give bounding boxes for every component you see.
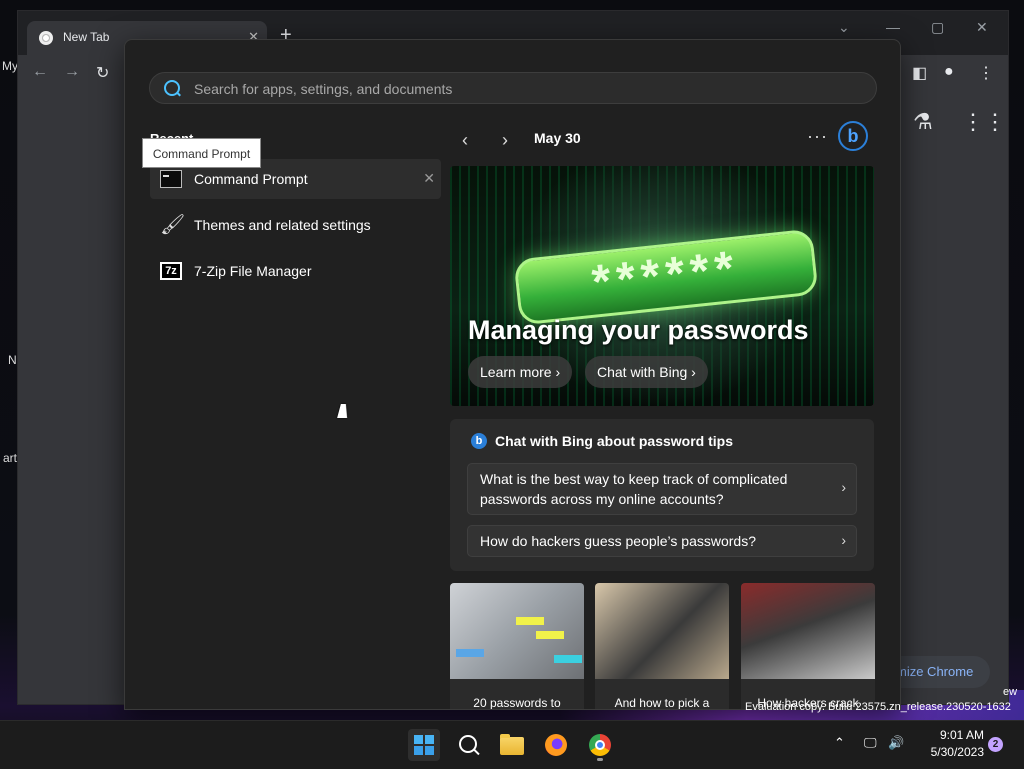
tab-title: New Tab	[63, 30, 110, 44]
running-indicator	[597, 758, 603, 761]
labs-flask-icon[interactable]: ⚗	[913, 109, 933, 135]
chat-question-text: How do hackers guess people’s passwords?	[480, 533, 757, 549]
search-input[interactable]	[192, 77, 856, 101]
recent-item-7zip[interactable]: 7z 7-Zip File Manager	[150, 251, 441, 291]
chat-with-bing-button[interactable]: Chat with Bing ›	[585, 356, 708, 388]
desktop-icon-label[interactable]: art	[3, 451, 17, 465]
firefox-icon	[545, 734, 567, 756]
desktop-icon-label[interactable]: My	[2, 59, 18, 73]
chat-question-text: What is the best way to keep track of co…	[480, 471, 788, 507]
clock-time: 9:01 AM	[939, 728, 984, 742]
chat-question-1[interactable]: What is the best way to keep track of co…	[467, 463, 857, 515]
clock-date: 5/30/2023	[930, 745, 984, 759]
taskbar: ⌃ 🖵 🔊 9:01 AM 5/30/2023 2	[0, 720, 1024, 769]
side-panel-icon[interactable]: ◧	[912, 63, 927, 83]
maximize-icon[interactable]: ▢	[931, 19, 944, 36]
previous-day-icon[interactable]: ‹	[462, 130, 468, 151]
chat-question-2[interactable]: How do hackers guess people’s passwords?…	[467, 525, 857, 557]
article-caption: And how to pick a	[614, 696, 710, 710]
chrome-icon	[589, 734, 611, 756]
taskbar-search-button[interactable]	[452, 729, 484, 761]
chat-card: b Chat with Bing about password tips Wha…	[450, 419, 874, 571]
article-card-2[interactable]: And how to pick a	[595, 583, 729, 710]
file-explorer-button[interactable]	[496, 729, 528, 761]
chat-with-bing-label: Chat with Bing	[597, 364, 688, 380]
7zip-icon: 7z	[160, 262, 182, 280]
article-card-1[interactable]: 20 passwords to	[450, 583, 584, 710]
highlights-date: May 30	[534, 130, 581, 146]
learn-more-label: Learn more	[480, 364, 552, 380]
next-day-icon[interactable]: ›	[502, 130, 508, 151]
password-graphic: ******	[513, 228, 819, 326]
watermark-fragment: ew	[1003, 686, 1018, 698]
folder-icon	[500, 734, 524, 755]
volume-icon[interactable]: 🔊	[888, 735, 904, 751]
windows-start-icon	[414, 735, 434, 755]
profile-icon[interactable]: ●	[944, 63, 954, 81]
recent-item-label: Command Prompt	[194, 171, 308, 187]
chat-card-title: Chat with Bing about password tips	[495, 433, 733, 449]
article-image	[741, 583, 875, 679]
search-icon	[459, 735, 477, 753]
search-box[interactable]	[149, 72, 877, 104]
hero-title: Managing your passwords	[468, 315, 809, 345]
command-prompt-icon	[160, 170, 182, 188]
network-icon[interactable]: 🖵	[864, 735, 877, 751]
chevron-right-icon: ›	[841, 532, 846, 548]
more-options-icon[interactable]: ···	[807, 126, 828, 147]
close-window-icon[interactable]: ✕	[976, 19, 988, 36]
reload-icon[interactable]: ↻	[96, 63, 109, 83]
firefox-button[interactable]	[540, 729, 572, 761]
recent-item-themes[interactable]: 🖌 Themes and related settings	[150, 205, 441, 245]
chevron-right-icon: ›	[841, 479, 846, 495]
notification-badge[interactable]: 2	[988, 737, 1003, 752]
search-icon	[164, 80, 180, 96]
chevron-up-icon[interactable]: ⌃	[834, 735, 845, 751]
article-image	[595, 583, 729, 679]
recent-item-label: Themes and related settings	[194, 217, 371, 233]
start-button[interactable]	[408, 729, 440, 761]
evaluation-watermark: Evaluation copy. Build 23575.zn_release.…	[745, 701, 1011, 713]
tab-search-icon[interactable]: ⌄	[838, 19, 850, 36]
search-panel: Recent Command Prompt ✕ 🖌 Themes and rel…	[124, 39, 901, 710]
chevron-right-icon: ›	[555, 364, 561, 380]
minimize-icon[interactable]: —	[886, 19, 900, 35]
chrome-favicon-icon	[39, 31, 53, 45]
forward-icon[interactable]: →	[64, 63, 80, 81]
bing-icon[interactable]: b	[838, 121, 868, 151]
learn-more-button[interactable]: Learn more ›	[468, 356, 573, 388]
chevron-right-icon: ›	[691, 364, 696, 380]
hero-card[interactable]: ****** Managing your passwords Learn mor…	[450, 166, 874, 406]
article-card-3[interactable]: How hackers crack	[741, 583, 875, 709]
paintbrush-icon: 🖌	[160, 214, 186, 236]
bing-chat-icon: b	[471, 433, 487, 449]
desktop-icon-label[interactable]: N	[8, 353, 17, 367]
article-caption: 20 passwords to	[473, 696, 561, 710]
chrome-taskbar-button[interactable]	[584, 729, 616, 761]
remove-recent-icon[interactable]: ✕	[423, 170, 435, 187]
apps-grid-icon[interactable]: ⋮⋮	[962, 109, 1006, 135]
recent-item-label: 7-Zip File Manager	[194, 263, 312, 279]
back-icon[interactable]: ←	[32, 63, 48, 81]
article-image	[450, 583, 584, 679]
clock[interactable]: 9:01 AM 5/30/2023	[914, 727, 984, 761]
tooltip: Command Prompt	[142, 138, 261, 168]
menu-icon[interactable]: ⋮	[978, 63, 994, 83]
